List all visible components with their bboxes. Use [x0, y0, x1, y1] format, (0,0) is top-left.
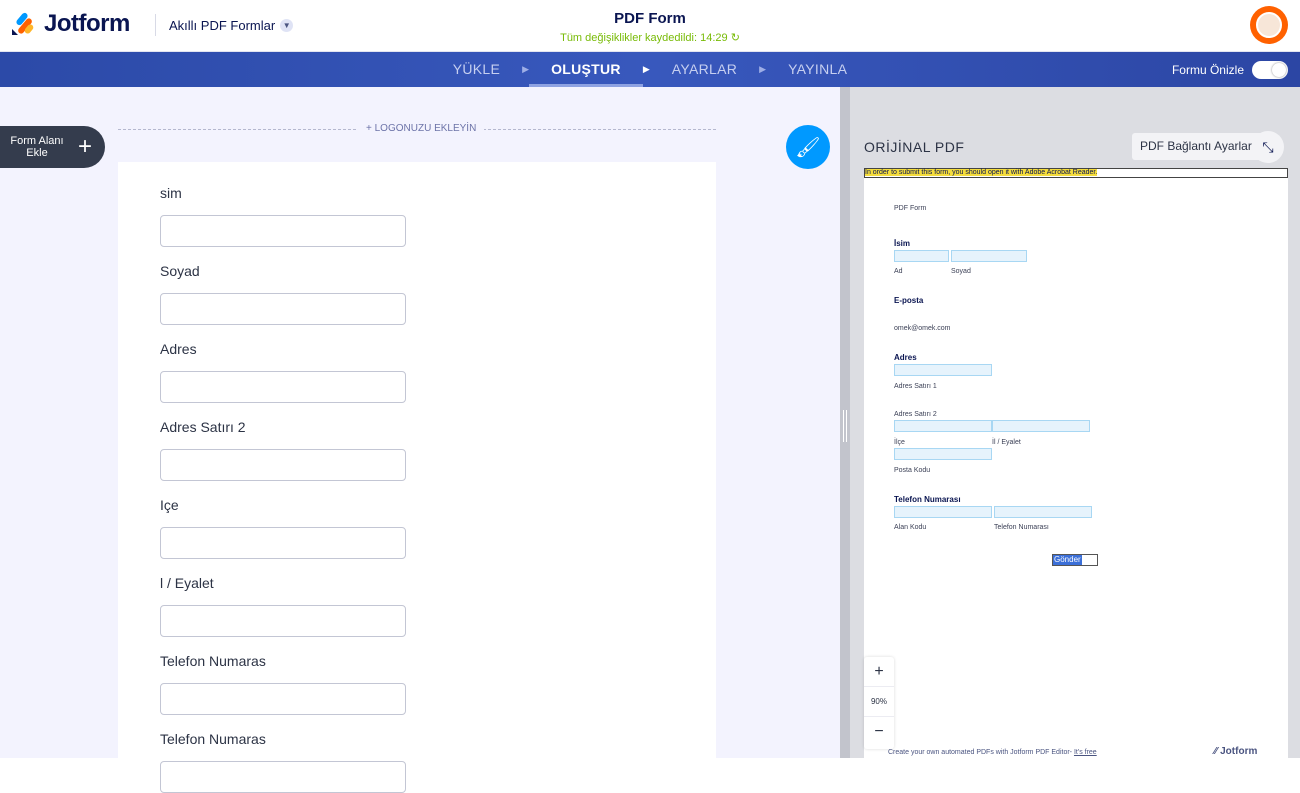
form-field: Soyad: [160, 263, 406, 325]
collapse-icon[interactable]: ⤡: [1252, 131, 1284, 163]
preview-label: Formu Önizle: [1171, 63, 1244, 77]
preview-toggle-group: Formu Önizle: [1172, 61, 1288, 79]
zoom-level: 90%: [864, 687, 894, 717]
pdf-link-settings-button[interactable]: PDF Bağlantı Ayarları: [1132, 133, 1264, 160]
zoom-in-button[interactable]: +: [864, 657, 894, 687]
pdf-area-code-field[interactable]: [894, 506, 992, 518]
field-input[interactable]: [160, 527, 406, 559]
pdf-phone-field[interactable]: [994, 506, 1092, 518]
refresh-icon: ↻: [730, 32, 740, 44]
field-label: Adres: [160, 341, 197, 357]
pdf-area-code-label: Alan Kodu: [894, 524, 927, 531]
field-input[interactable]: [160, 605, 406, 637]
notice-text: In order to submit this form, you should…: [865, 169, 1098, 176]
tab-build[interactable]: OLUŞTUR: [529, 52, 643, 87]
chevron-right-icon: ▶: [642, 64, 650, 74]
preview-toggle[interactable]: [1252, 61, 1288, 79]
pdf-district-label: İlçe: [894, 439, 905, 446]
field-input[interactable]: [160, 449, 406, 481]
submit-label: Gönder: [1053, 555, 1082, 565]
form-field: Adres: [160, 341, 406, 403]
footer-text: Create your own automated PDFs with Jotf…: [888, 749, 1073, 756]
pdf-name-label: İsim: [894, 239, 911, 248]
pdf-last-name-field[interactable]: [951, 250, 1027, 262]
pdf-phone-label: Telefon Numarası: [894, 495, 961, 504]
pdf-zip-field[interactable]: [894, 448, 992, 460]
footer-logo: ⁄⁄ Jotform: [1214, 746, 1257, 757]
pdf-address2-label: Adres Satırı 2: [894, 411, 937, 418]
avatar[interactable]: [1250, 6, 1288, 44]
zoom-controls: + 90% −: [864, 657, 894, 749]
pdf-footer: Create your own automated PDFs with Jotf…: [888, 749, 1097, 756]
paint-roller-icon: 🖌: [795, 136, 821, 159]
pdf-submit-button[interactable]: Gönder: [1052, 554, 1098, 566]
pdf-province-field[interactable]: [992, 420, 1090, 432]
pdf-province-label: İl / Eyalet: [992, 439, 1021, 446]
pdf-zip-label: Posta Kodu: [894, 467, 931, 474]
plus-icon: +: [78, 133, 93, 160]
save-status-text: Tüm değişiklikler kaydedildi: 14:29: [560, 32, 728, 44]
chevron-right-icon: ▶: [522, 64, 530, 74]
form-field: Telefon Numaras: [160, 731, 406, 793]
pdf-last-label: Soyad: [951, 268, 971, 275]
footer-brand: Jotform: [1220, 746, 1258, 757]
pdf-email-label: E-posta: [894, 296, 924, 305]
field-input[interactable]: [160, 293, 406, 325]
field-label: Telefon Numaras: [160, 731, 266, 747]
pdf-address1-field[interactable]: [894, 364, 992, 376]
chevron-right-icon: ▶: [759, 64, 767, 74]
field-input[interactable]: [160, 215, 406, 247]
form-builder: Form Alanı Ekle + + LOGONUZU EKLEYİN 🖌 si…: [0, 87, 840, 793]
add-logo-link[interactable]: + LOGONUZU EKLEYİN: [358, 123, 485, 134]
pdf-heading: ORİJİNAL PDF: [864, 139, 965, 155]
tab-settings[interactable]: AYARLAR: [650, 52, 759, 87]
pdf-page: In order to submit this form, you should…: [864, 168, 1288, 768]
field-input[interactable]: [160, 761, 406, 793]
form-designer-button[interactable]: 🖌: [786, 125, 830, 169]
pdf-address1-label: Adres Satırı 1: [894, 383, 937, 390]
save-status: Tüm değişiklikler kaydedildi: 14:29 ↻: [0, 31, 1300, 44]
field-label: Adres Satırı 2: [160, 419, 246, 435]
field-input[interactable]: [160, 371, 406, 403]
zoom-out-button[interactable]: −: [864, 717, 894, 747]
pdf-phone-number-label: Telefon Numarası: [994, 524, 1049, 531]
pdf-address-label: Adres: [894, 353, 917, 362]
add-form-field-button[interactable]: Form Alanı Ekle +: [0, 126, 105, 168]
field-label: Telefon Numaras: [160, 653, 266, 669]
tab-upload[interactable]: YÜKLE: [431, 52, 522, 87]
pdf-first-name-field[interactable]: [894, 250, 949, 262]
form-title[interactable]: PDF Form: [0, 10, 1300, 27]
pdf-form-title: PDF Form: [894, 205, 927, 212]
header: Jotform Akıllı PDF Formlar ▼ PDF Form Tüm…: [0, 0, 1300, 52]
form-field: sim: [160, 185, 406, 247]
form-field: Adres Satırı 2: [160, 419, 406, 481]
tab-publish[interactable]: YAYINLA: [766, 52, 869, 87]
field-label: sim: [160, 185, 182, 201]
field-label: Soyad: [160, 263, 200, 279]
panel-resize-handle[interactable]: [840, 87, 850, 758]
acrobat-notice: In order to submit this form, you should…: [864, 168, 1288, 178]
field-label: Içe: [160, 497, 179, 513]
wizard-nav: YÜKLE ▶ OLUŞTUR ▶ AYARLAR ▶ YAYINLA Form…: [0, 52, 1300, 87]
field-label: l / Eyalet: [160, 575, 214, 591]
pdf-preview-panel: ORİJİNAL PDF PDF Bağlantı Ayarları ⤡ In …: [850, 87, 1300, 768]
pdf-first-label: Ad: [894, 268, 903, 275]
field-input[interactable]: [160, 683, 406, 715]
pdf-district-field[interactable]: [894, 420, 992, 432]
form-field: Telefon Numaras: [160, 653, 406, 715]
pdf-email-example: omek@omek.com: [894, 325, 951, 332]
add-field-label: Form Alanı Ekle: [10, 135, 64, 159]
form-field: Içe: [160, 497, 406, 559]
footer-link[interactable]: It's free: [1074, 749, 1097, 756]
form-field: l / Eyalet: [160, 575, 406, 637]
form-card: sim Soyad Adres Adres Satırı 2 Içe l / E…: [118, 162, 716, 793]
